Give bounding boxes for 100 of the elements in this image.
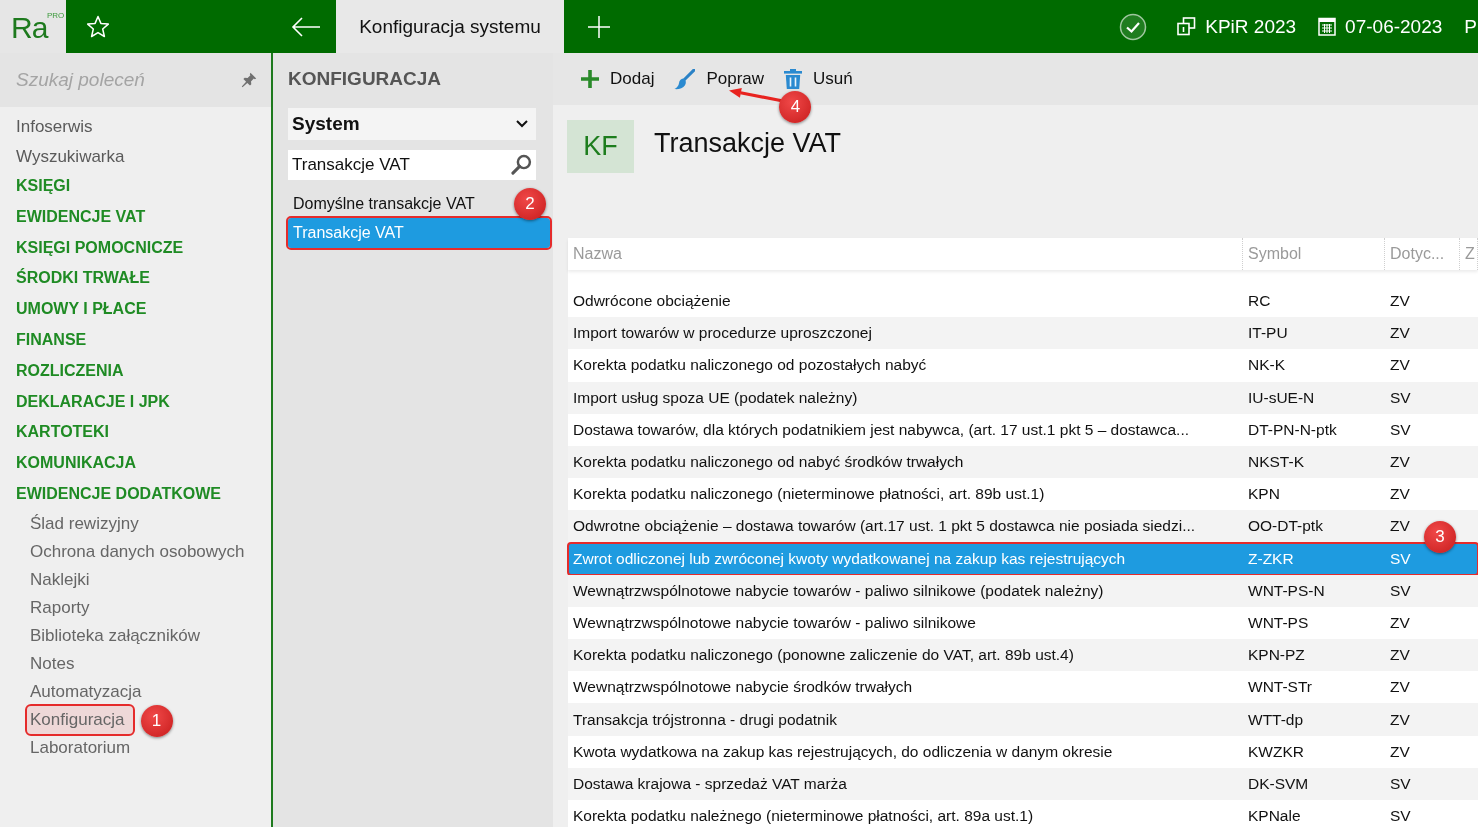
callout-badge: 4 — [779, 90, 812, 123]
table-cell: WTT-dp — [1248, 710, 1304, 729]
sidebar-subitem[interactable]: Raporty — [27, 593, 98, 622]
table-cell: Dostawa krajowa - sprzedaż VAT marża — [573, 774, 847, 793]
table-cell: KWZKR — [1248, 742, 1304, 761]
table-cell: Korekta podatku naliczonego (nieterminowe płatności, art. 89b ust.1) — [573, 485, 1045, 504]
check-circle-icon[interactable] — [1119, 12, 1148, 41]
stacked-squares-icon — [1177, 17, 1197, 36]
table-cell: NK-K — [1248, 356, 1286, 375]
topbar-label: P — [1464, 15, 1477, 38]
plus-icon[interactable] — [588, 15, 610, 38]
list-item[interactable]: Domyślne transakcje VAT — [288, 190, 479, 218]
table-cell: IT-PU — [1248, 324, 1288, 343]
table-cell: Korekta podatku naliczonego od nabyć środków trwałych — [573, 453, 964, 472]
table-row[interactable]: Wewnątrzwspólnotowe nabycie towarów - paliwo silnikowe (podatek należny) WNT-PS-N SV — [568, 574, 1478, 607]
ledger-button[interactable]: KPiR 2023 — [1177, 15, 1297, 38]
table-row[interactable]: Import usług spoza UE (podatek należny) IU-sUE-N SV — [568, 381, 1478, 414]
table-row[interactable]: Import towarów w procedurze uproszczonej IT-PU ZV — [568, 317, 1478, 350]
table-cell: ZV — [1390, 678, 1410, 697]
trash-icon — [784, 69, 803, 89]
table-cell: ZV — [1390, 710, 1410, 729]
table-cell: Transakcja trójstronna - drugi podatnik — [573, 710, 837, 729]
sidebar-subitem[interactable]: Notes — [27, 649, 83, 678]
sidebar-section[interactable]: ŚRODKI TRWAŁE — [0, 263, 271, 295]
table-cell: Odwrócone obciążenie — [573, 292, 731, 311]
table-cell: Zwrot odliczonej lub zwróconej kwoty wydatkowanej na zakup kas rejestrujących — [573, 549, 1126, 568]
sidebar-section[interactable]: KOMUNIKACJA — [0, 448, 271, 479]
table-cell: ZV — [1390, 517, 1410, 536]
table-cell: IU-sUE-N — [1248, 388, 1315, 407]
dropdown[interactable]: System — [288, 108, 536, 140]
table-cell: SV — [1390, 581, 1411, 600]
date-button[interactable]: 07-06-2023 — [1318, 15, 1443, 38]
sidebar-item[interactable]: Infoserwis — [0, 112, 271, 142]
table-cell: ZV — [1390, 324, 1410, 343]
tab[interactable]: Konfiguracja systemu — [336, 0, 564, 53]
search-field[interactable]: Szukaj poleceń — [0, 53, 271, 107]
table-cell: DK-SVM — [1248, 774, 1309, 793]
table-cell: Wewnątrzwspólnotowe nabycie towarów - paliwo silnikowe (podatek należny) — [573, 581, 1104, 600]
pin-icon[interactable] — [241, 72, 257, 88]
add-button[interactable]: Dodaj — [575, 62, 661, 96]
initials-tile: KF — [567, 120, 634, 173]
sidebar-subitem[interactable]: Automatyzacja — [27, 677, 150, 706]
table-cell: Dostawa towarów, dla których podatnikiem jest nabywca, (art. 17 ust.1 pkt 5 – dostawca... — [573, 420, 1189, 439]
table-cell: WNT-STr — [1248, 678, 1312, 697]
table-cell: SV — [1390, 807, 1411, 826]
table-cell: KPN — [1248, 485, 1280, 504]
edition-label: PRO — [47, 11, 65, 20]
logo-text: Ra — [11, 13, 48, 43]
plus-icon — [581, 70, 599, 88]
table-cell: Korekta podatku naliczonego (ponowne zaliczenie do VAT, art. 89b ust.4) — [573, 646, 1074, 665]
brush-icon — [674, 68, 696, 90]
sidebar-section[interactable]: EWIDENCJE VAT — [0, 201, 271, 233]
back-arrow-icon[interactable] — [290, 16, 321, 37]
calendar-icon — [1318, 17, 1337, 36]
table-cell: OO-DT-ptk — [1248, 517, 1323, 536]
sidebar-item[interactable]: Wyszukiwarka — [0, 141, 271, 171]
sidebar-section[interactable]: KSIĘGI — [0, 171, 271, 202]
sidebar-subitem[interactable]: Biblioteka załączników — [27, 621, 209, 650]
table-cell: NKST-K — [1248, 453, 1304, 472]
sidebar-subitem[interactable]: Konfiguracja — [27, 705, 133, 734]
table-cell: ZV — [1390, 485, 1410, 504]
table-cell: WNT-PS — [1248, 613, 1309, 632]
table-row[interactable]: Korekta podatku naliczonego (ponowne zaliczenie do VAT, art. 89b ust.4) KPN-PZ ZV — [568, 639, 1478, 672]
sidebar-section[interactable]: UMOWY I PŁACE — [0, 294, 271, 325]
table-cell: Z-ZKR — [1248, 549, 1294, 568]
table-cell: ZV — [1390, 646, 1410, 665]
sidebar-section[interactable]: FINANSE — [0, 325, 271, 356]
callout-badge: 2 — [514, 188, 546, 220]
table-cell: DT-PN-N-ptk — [1248, 420, 1337, 439]
table-row[interactable]: Transakcja trójstronna - drugi podatnik WTT-dp ZV — [568, 703, 1478, 736]
sidebar-subitem[interactable]: Naklejki — [27, 565, 98, 594]
table-cell: RC — [1248, 292, 1271, 311]
table-cell: Import towarów w procedurze uproszczonej — [573, 324, 872, 343]
sidebar-subitem[interactable]: Ochrona danych osobowych — [27, 537, 253, 566]
table-cell: Import usług spoza UE (podatek należny) — [573, 388, 858, 407]
search-icon[interactable] — [511, 154, 532, 175]
sidebar-subitem[interactable]: Laboratorium — [27, 733, 139, 762]
panel-title: KONFIGURACJA — [288, 68, 442, 90]
sidebar-section[interactable]: DEKLARACJE I JPK — [0, 386, 271, 418]
table-cell: Kwota wydatkowa na zakup kas rejestrujących, do odliczenia w danym okresie — [573, 742, 1113, 761]
list-item[interactable]: Transakcje VAT — [288, 218, 550, 248]
sidebar-section[interactable]: KARTOTEKI — [0, 417, 271, 449]
sidebar-section[interactable]: EWIDENCJE DODATKOWE — [0, 478, 271, 510]
table-cell: WNT-PS-N — [1248, 581, 1325, 600]
table-cell: SV — [1390, 549, 1411, 568]
table-cell: ZV — [1390, 742, 1410, 761]
table-cell: Wewnątrzwspólnotowe nabycie towarów - paliwo silnikowe — [573, 613, 976, 632]
table-cell: Odwrotne obciążenie – dostawa towarów (art.17 ust. 1 pkt 5 dostawca nie posiada siedzi... — [573, 517, 1196, 536]
table-row[interactable]: Zwrot odliczonej lub zwróconej kwoty wydatkowanej na zakup kas rejestrujących Z-ZKR SV — [568, 542, 1478, 575]
sidebar-subitem[interactable]: Ślad rewizyjny — [27, 509, 147, 538]
table-row[interactable]: Korekta podatku naliczonego od nabyć środków trwałych NKST-K ZV — [568, 445, 1478, 479]
page-title: Transakcje VAT — [654, 128, 842, 159]
sidebar-section[interactable]: KSIĘGI POMOCNICZE — [0, 232, 271, 264]
table-row[interactable]: Dostawa krajowa - sprzedaż VAT marża DK-SVM SV — [568, 767, 1478, 800]
sidebar-section[interactable]: ROZLICZENIA — [0, 355, 271, 387]
table-cell: Wewnątrzwspólnotowe nabycie środków trwałych — [573, 678, 913, 697]
search-field[interactable]: Transakcje VAT — [288, 150, 536, 180]
edit-button[interactable]: Popraw — [668, 61, 771, 97]
table-cell: Korekta podatku należnego (nieterminowe płatności, art. 89a ust.1) — [573, 807, 1034, 826]
star-icon[interactable] — [86, 14, 110, 39]
